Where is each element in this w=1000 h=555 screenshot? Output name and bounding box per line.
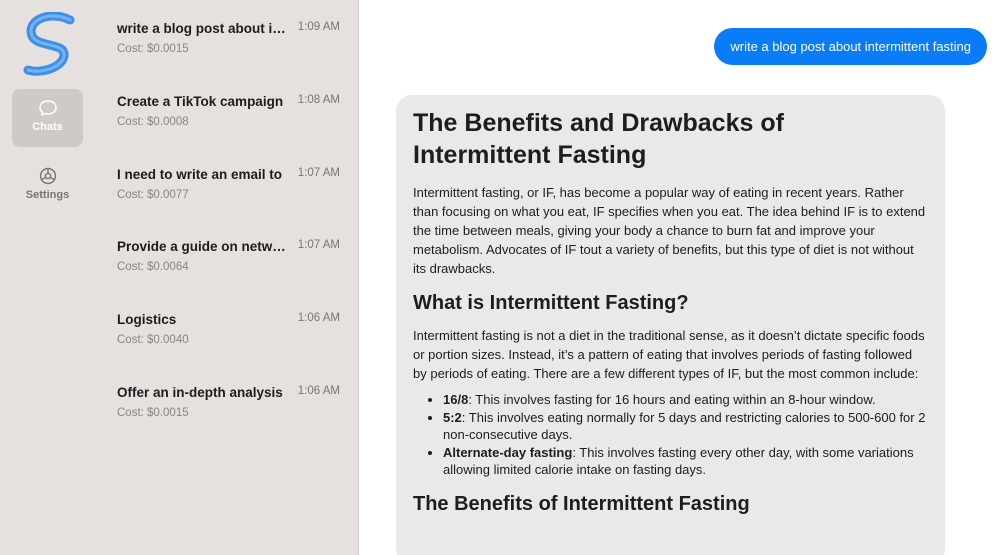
nav-settings-label: Settings <box>25 189 70 201</box>
chat-cost: Cost: $0.0040 <box>117 334 189 346</box>
speech-bubble-icon <box>38 100 57 116</box>
chat-list: write a blog post about intermittent fas… <box>98 0 358 555</box>
chat-title: Logistics <box>117 312 177 327</box>
chat-cost: Cost: $0.0008 <box>117 116 189 128</box>
list-item: Alternate-day fasting: This involves fas… <box>443 444 928 479</box>
nav-settings[interactable]: Settings <box>12 157 83 215</box>
chat-cost: Cost: $0.0077 <box>117 189 189 201</box>
chat-item[interactable]: write a blog post about intermittent fas… <box>110 15 347 87</box>
chat-item[interactable]: I need to write an email to 1:07 AM Cost… <box>110 161 347 233</box>
app-window: Chats Settings write a blog post about i… <box>0 0 1000 555</box>
chat-title: write a blog post about intermittent fas… <box>117 21 287 36</box>
chat-title: Offer an in-depth analysis <box>117 385 283 400</box>
gear-icon <box>39 167 56 185</box>
chat-time: 1:07 AM <box>297 239 340 251</box>
nav-rail: Chats Settings <box>0 0 98 555</box>
assistant-reply-bubble: The Benefits and Drawbacks of Intermitte… <box>396 95 945 555</box>
nav-chats-label: Chats <box>32 121 63 133</box>
list-item: 16/8: This involves fasting for 16 hours… <box>443 391 928 409</box>
list-item: 5:2: This involves eating normally for 5… <box>443 409 928 444</box>
chat-item[interactable]: Provide a guide on networking 1:07 AM Co… <box>110 233 347 305</box>
fasting-types-list: 16/8: This involves fasting for 16 hours… <box>443 391 928 479</box>
section-text: Intermittent fasting is not a diet in th… <box>413 328 925 381</box>
section-heading: The Benefits of Intermittent Fasting <box>413 492 750 515</box>
reply-title: The Benefits and Drawbacks of Intermitte… <box>413 109 784 169</box>
user-message-bubble: write a blog post about intermittent fas… <box>714 28 987 65</box>
chat-time: 1:07 AM <box>297 167 340 179</box>
conversation-pane: write a blog post about intermittent fas… <box>359 0 1000 555</box>
app-logo <box>23 12 75 76</box>
chat-cost: Cost: $0.0015 <box>117 43 189 55</box>
chat-time: 1:06 AM <box>297 312 340 324</box>
chat-cost: Cost: $0.0064 <box>117 261 189 273</box>
chat-time: 1:08 AM <box>297 94 340 106</box>
chat-title: Provide a guide on networking <box>117 239 287 254</box>
reply-intro: Intermittent fasting, or IF, has become … <box>413 185 926 276</box>
section-heading: What is Intermittent Fasting? <box>413 292 689 314</box>
chat-item[interactable]: Logistics 1:06 AM Cost: $0.0040 <box>110 306 347 378</box>
chat-cost: Cost: $0.0015 <box>117 407 189 419</box>
chat-item[interactable]: Create a TikTok campaign 1:08 AM Cost: $… <box>110 88 347 160</box>
nav-chats[interactable]: Chats <box>12 89 83 147</box>
chat-time: 1:09 AM <box>297 21 340 33</box>
chat-title: Create a TikTok campaign <box>117 94 284 109</box>
chat-time: 1:06 AM <box>297 385 340 397</box>
chat-item[interactable]: Offer an in-depth analysis 1:06 AM Cost:… <box>110 379 347 451</box>
chat-title: I need to write an email to <box>117 167 283 182</box>
